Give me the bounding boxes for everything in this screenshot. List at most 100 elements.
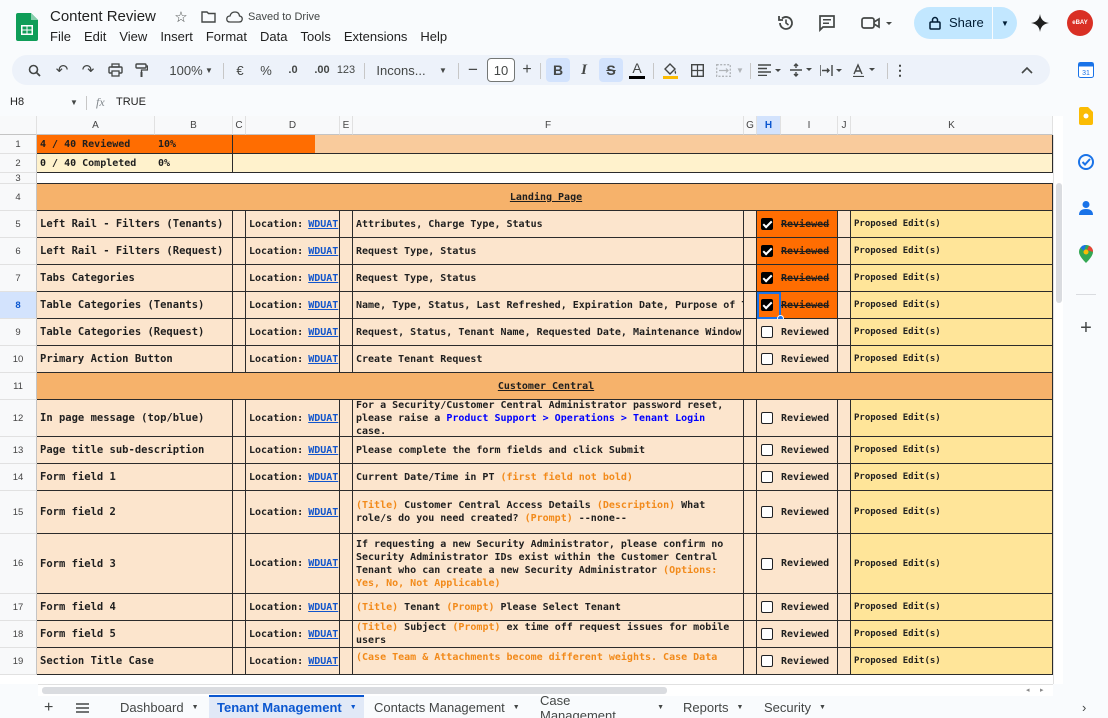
bold-button[interactable]: B	[546, 58, 570, 82]
sheet-tab-menu-icon[interactable]: ▼	[192, 704, 199, 711]
review-checkbox-cell[interactable]: Reviewed	[757, 464, 838, 491]
menu-view[interactable]: View	[119, 29, 147, 44]
review-checkbox[interactable]	[761, 628, 773, 640]
review-checkbox[interactable]	[761, 444, 773, 456]
row-header-1[interactable]: 1	[0, 135, 37, 154]
row-header-2[interactable]: 2	[0, 154, 37, 173]
review-checkbox-cell[interactable]: Reviewed	[757, 400, 838, 437]
location-link[interactable]: WDUAT	[308, 472, 338, 483]
sheet-tab[interactable]: Tenant Management ▼	[209, 695, 364, 718]
review-checkbox[interactable]	[761, 353, 773, 365]
row-header-13[interactable]: 13	[0, 437, 37, 464]
row-header-11[interactable]: 11	[0, 373, 37, 400]
history-icon[interactable]	[775, 12, 797, 34]
review-checkbox-cell[interactable]: Reviewed	[757, 292, 838, 319]
row-header-18[interactable]: 18	[0, 621, 37, 648]
percent-format-button[interactable]: %	[256, 55, 276, 85]
review-checkbox[interactable]	[761, 557, 773, 570]
select-all-corner[interactable]	[0, 116, 37, 135]
review-checkbox-cell[interactable]: Reviewed	[757, 491, 838, 534]
comments-icon[interactable]	[816, 12, 838, 34]
sheet-tab[interactable]: Dashboard ▼	[120, 697, 212, 718]
sheet-tab[interactable]: Contacts Management ▼	[374, 697, 521, 718]
horizontal-align-icon[interactable]	[756, 55, 786, 85]
location-link[interactable]: WDUAT	[308, 300, 338, 311]
row-header-6[interactable]: 6	[0, 238, 37, 265]
all-sheets-icon[interactable]	[76, 697, 89, 718]
menu-tools[interactable]: Tools	[300, 29, 330, 44]
get-addons-icon[interactable]: +	[1076, 317, 1096, 339]
menu-help[interactable]: Help	[420, 29, 447, 44]
font-size-input[interactable]: 10	[487, 58, 515, 82]
review-checkbox[interactable]	[761, 412, 773, 424]
text-rotation-icon[interactable]	[850, 55, 882, 85]
column-header-a[interactable]: A	[37, 116, 155, 135]
redo-icon[interactable]: ↷	[78, 55, 98, 85]
review-checkbox-cell[interactable]: Reviewed	[757, 621, 838, 648]
vertical-align-icon[interactable]	[788, 55, 818, 85]
review-checkbox[interactable]	[761, 299, 773, 311]
location-link[interactable]: WDUAT	[308, 219, 338, 230]
sheet-tab[interactable]: Reports ▼	[683, 697, 747, 718]
zoom-dropdown-icon[interactable]: ▼	[202, 55, 216, 85]
review-checkbox[interactable]	[761, 506, 773, 518]
more-formats-button[interactable]: 123	[334, 55, 358, 85]
proposed-edit-cell[interactable]: Proposed Edit(s)	[851, 211, 1053, 238]
review-checkbox[interactable]	[761, 601, 773, 613]
location-link[interactable]: WDUAT	[308, 656, 338, 667]
fill-color-icon[interactable]	[659, 55, 681, 85]
review-checkbox-cell[interactable]: Reviewed	[757, 594, 838, 621]
column-header-g[interactable]: G	[744, 116, 757, 135]
row-header-16[interactable]: 16	[0, 534, 37, 594]
review-checkbox-cell[interactable]: Reviewed	[757, 319, 838, 346]
proposed-edit-cell[interactable]: Proposed Edit(s)	[851, 400, 1053, 437]
decrease-decimal-button[interactable]: .0	[281, 55, 305, 85]
sheet-tab-menu-icon[interactable]: ▼	[513, 704, 520, 711]
proposed-edit-cell[interactable]: Proposed Edit(s)	[851, 292, 1053, 319]
review-checkbox-cell[interactable]: Reviewed	[757, 238, 838, 265]
sheet-tab-menu-icon[interactable]: ▼	[657, 704, 664, 711]
font-family-select[interactable]: Incons...	[370, 55, 432, 85]
row-header-19[interactable]: 19	[0, 648, 37, 675]
proposed-edit-cell[interactable]: Proposed Edit(s)	[851, 621, 1053, 648]
name-box-dropdown-icon[interactable]: ▼	[70, 98, 78, 107]
menu-insert[interactable]: Insert	[160, 29, 193, 44]
location-link[interactable]: WDUAT	[308, 629, 338, 640]
review-checkbox-cell[interactable]: Reviewed	[757, 265, 838, 292]
scroll-left-icon[interactable]: ◂	[1026, 686, 1030, 694]
share-button[interactable]: Share ▼	[914, 7, 1017, 39]
merge-cells-icon[interactable]	[712, 55, 734, 85]
review-checkbox-cell[interactable]: Reviewed	[757, 648, 838, 675]
location-link[interactable]: WDUAT	[308, 413, 338, 424]
row-header-8[interactable]: 8	[0, 292, 37, 319]
add-sheet-icon[interactable]: +	[44, 697, 53, 718]
location-link[interactable]: WDUAT	[308, 273, 338, 284]
maps-icon[interactable]	[1076, 244, 1096, 264]
location-link[interactable]: WDUAT	[308, 246, 338, 257]
row-header-5[interactable]: 5	[0, 211, 37, 238]
undo-icon[interactable]: ↶	[52, 55, 72, 85]
review-checkbox[interactable]	[761, 218, 773, 230]
row-header-17[interactable]: 17	[0, 594, 37, 621]
cloud-saved-icon[interactable]	[225, 9, 243, 25]
text-wrapping-icon[interactable]	[818, 55, 848, 85]
location-link[interactable]: WDUAT	[308, 445, 338, 456]
formula-input[interactable]: TRUE	[116, 96, 146, 108]
vertical-scrollbar-thumb[interactable]	[1056, 183, 1062, 303]
menu-format[interactable]: Format	[206, 29, 247, 44]
review-checkbox-cell[interactable]: Reviewed	[757, 346, 838, 373]
text-color-button[interactable]: A	[626, 55, 648, 85]
proposed-edit-cell[interactable]: Proposed Edit(s)	[851, 648, 1053, 675]
scroll-right-icon[interactable]: ▸	[1040, 686, 1044, 694]
location-link[interactable]: WDUAT	[308, 327, 338, 338]
move-folder-icon[interactable]	[199, 9, 217, 25]
menu-data[interactable]: Data	[260, 29, 287, 44]
vertical-scrollbar[interactable]	[1053, 135, 1063, 684]
font-dropdown-icon[interactable]: ▼	[436, 55, 450, 85]
review-checkbox-cell[interactable]: Reviewed	[757, 211, 838, 238]
menu-file[interactable]: File	[50, 29, 71, 44]
location-link[interactable]: WDUAT	[308, 558, 338, 569]
proposed-edit-cell[interactable]: Proposed Edit(s)	[851, 238, 1053, 265]
star-icon[interactable]: ☆	[172, 8, 190, 26]
review-checkbox[interactable]	[761, 326, 773, 338]
